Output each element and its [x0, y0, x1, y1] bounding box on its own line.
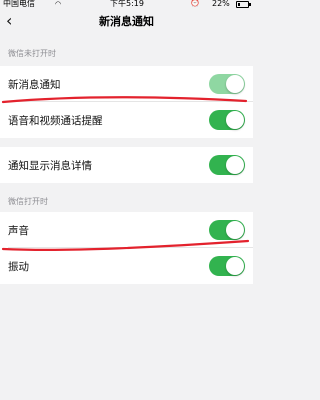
- show-message-details-toggle[interactable]: [209, 155, 245, 175]
- section-header-when-closed: 微信未打开时: [8, 49, 56, 58]
- toggle-knob: [226, 75, 244, 93]
- navigation-bar: ‹ 新消息通知: [0, 10, 253, 38]
- clock-time: 下午5:19: [110, 0, 144, 8]
- settings-group-details: 通知显示消息详情: [0, 147, 253, 183]
- section-header-when-open: 微信打开时: [8, 197, 48, 206]
- setting-row-sound[interactable]: 声音: [0, 212, 253, 248]
- setting-label: 通知显示消息详情: [8, 159, 92, 172]
- page-title: 新消息通知: [99, 15, 154, 28]
- setting-label: 语音和视频通话提醒: [8, 114, 103, 127]
- setting-label: 声音: [8, 224, 29, 237]
- setting-label: 新消息通知: [8, 78, 61, 91]
- toggle-knob: [226, 257, 244, 275]
- vibration-toggle[interactable]: [209, 256, 245, 276]
- new-message-notification-toggle[interactable]: [209, 74, 245, 94]
- status-bar: 中国电信 ◠ 下午5:19 ⏰ 22%: [0, 0, 253, 10]
- carrier-label: 中国电信: [3, 0, 35, 8]
- toggle-knob: [226, 111, 244, 129]
- sound-toggle[interactable]: [209, 220, 245, 240]
- voice-video-call-alert-toggle[interactable]: [209, 110, 245, 130]
- settings-group-in-app: 声音 振动: [0, 212, 253, 284]
- battery-icon: [236, 1, 251, 8]
- setting-row-vibration[interactable]: 振动: [0, 248, 253, 284]
- setting-row-new-message-notification[interactable]: 新消息通知: [0, 66, 253, 102]
- setting-row-show-message-details[interactable]: 通知显示消息详情: [0, 147, 253, 183]
- battery-percent: 22%: [212, 0, 230, 8]
- alarm-icon: ⏰: [190, 0, 200, 7]
- settings-group-notifications: 新消息通知 语音和视频通话提醒: [0, 66, 253, 138]
- battery-fill: [238, 3, 240, 6]
- toggle-knob: [226, 156, 244, 174]
- setting-label: 振动: [8, 260, 29, 273]
- wifi-icon: ◠: [55, 0, 62, 8]
- toggle-knob: [226, 221, 244, 239]
- setting-row-voice-video-call-alert[interactable]: 语音和视频通话提醒: [0, 102, 253, 138]
